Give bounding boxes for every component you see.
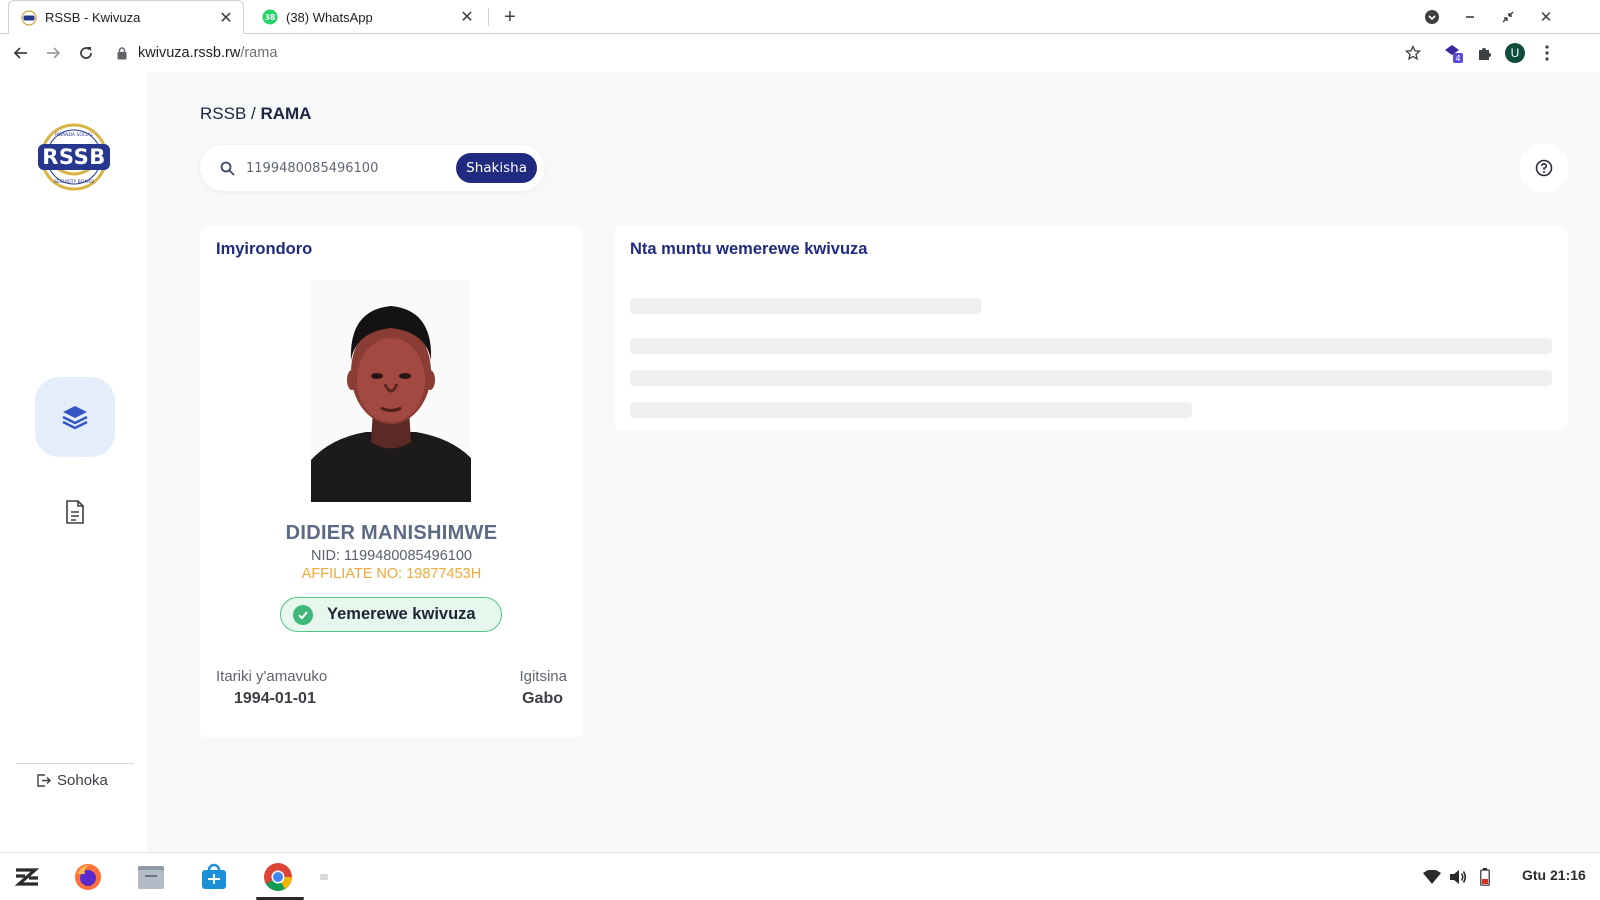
system-clock[interactable]: Gtu 21:16: [1522, 867, 1586, 883]
battery-icon[interactable]: [1475, 867, 1495, 887]
sidebar: RSSB RWANDA SOCIAL SECURITY BOARD Sohoka: [0, 72, 147, 852]
rssb-logo[interactable]: RSSB RWANDA SOCIAL SECURITY BOARD: [36, 122, 112, 192]
help-button[interactable]: [1519, 143, 1569, 193]
software-store-icon[interactable]: [198, 861, 230, 893]
search-icon: [220, 159, 238, 177]
skeleton-line: [630, 370, 1552, 386]
rssb-favicon-icon: [21, 9, 37, 26]
close-tab-icon[interactable]: ✕: [215, 7, 237, 29]
svg-text:RSSB: RSSB: [42, 145, 105, 169]
sex-label: Igitsina: [519, 668, 567, 685]
dob-label: Itariki y'amavuko: [216, 668, 328, 685]
logout-button[interactable]: Sohoka: [36, 769, 108, 791]
patient-nid: NID: 1199480085496100: [311, 548, 472, 564]
dob-value: 1994-01-01: [234, 690, 316, 707]
address-bar[interactable]: kwivuza.rssb.rw/rama: [112, 39, 1402, 67]
document-icon: [66, 500, 84, 524]
bookmark-star-icon[interactable]: [1401, 41, 1425, 65]
menu-kebab-icon[interactable]: [1535, 41, 1559, 65]
reload-icon[interactable]: [74, 41, 98, 65]
patient-name: DIDIER MANISHIMWE: [285, 522, 498, 544]
extension-badge: 4: [1455, 54, 1460, 63]
sidebar-item-layers[interactable]: [35, 377, 115, 457]
new-tab-icon[interactable]: +: [498, 5, 522, 29]
launcher-icon[interactable]: [11, 861, 43, 893]
skeleton-line: [630, 298, 981, 314]
status-text: Yemerewe kwivuza: [327, 605, 476, 623]
tab-separator: [488, 8, 489, 26]
profile-avatar[interactable]: U: [1503, 41, 1527, 65]
breadcrumb-root[interactable]: RSSB: [200, 104, 246, 123]
close-tab-icon[interactable]: ✕: [456, 6, 478, 28]
beneficiaries-card-title: Nta muntu wemerewe kwivuza: [630, 240, 868, 258]
wifi-icon[interactable]: [1422, 867, 1442, 887]
tab-rssb-kwivuza[interactable]: RSSB - Kwivuza ✕: [8, 0, 244, 35]
search-input[interactable]: [246, 160, 457, 176]
svg-text:SECURITY BOARD: SECURITY BOARD: [54, 179, 94, 185]
help-icon: [1535, 159, 1553, 177]
check-circle-icon: [293, 604, 313, 625]
url-host: kwivuza.rssb.rw: [138, 45, 241, 61]
sidebar-divider: [16, 763, 134, 764]
svg-text:RWANDA SOCIAL: RWANDA SOCIAL: [55, 132, 93, 138]
tab-title: RSSB - Kwivuza: [45, 10, 141, 25]
affiliate-number: AFFILIATE NO: 19877453H: [301, 566, 482, 582]
hidden-tray-icon[interactable]: [308, 861, 340, 893]
browser-toolbar: kwivuza.rssb.rw/rama 4 U: [0, 34, 1600, 72]
breadcrumb: RSSB / RAMA: [200, 104, 311, 124]
skeleton-line: [630, 338, 1552, 354]
skeleton-line: [630, 402, 1192, 418]
svg-text:38: 38: [265, 13, 275, 22]
close-window-icon[interactable]: ✕: [1535, 6, 1557, 28]
whatsapp-favicon-icon: 38: [262, 9, 278, 25]
forward-icon[interactable]: [41, 41, 65, 65]
os-taskbar: Gtu 21:16: [0, 852, 1600, 900]
page-content: RSSB RWANDA SOCIAL SECURITY BOARD Sohoka…: [0, 72, 1600, 852]
search-bar: Shakisha: [200, 145, 545, 191]
volume-icon[interactable]: [1448, 867, 1468, 887]
profile-initial: U: [1505, 43, 1525, 63]
layers-icon: [62, 406, 88, 430]
status-badge: Yemerewe kwivuza: [280, 597, 502, 632]
logout-label: Sohoka: [57, 771, 108, 789]
sex-value: Gabo: [522, 690, 563, 707]
logout-icon: [36, 772, 52, 788]
firefox-icon[interactable]: [72, 861, 104, 893]
back-icon[interactable]: [9, 41, 33, 65]
tab-whatsapp[interactable]: 38 (38) WhatsApp ✕: [250, 0, 484, 34]
url-path: /rama: [240, 45, 278, 61]
chrome-icon[interactable]: [262, 861, 294, 893]
profile-card: Imyirondoro DIDIER MANISHIMWE NID: 11994…: [200, 226, 583, 738]
tab-search-icon[interactable]: [1421, 6, 1443, 28]
extension-icon[interactable]: 4: [1441, 41, 1465, 65]
breadcrumb-separator: /: [246, 104, 261, 123]
profile-card-title: Imyirondoro: [216, 240, 313, 258]
files-icon[interactable]: [135, 861, 167, 893]
breadcrumb-current: RAMA: [260, 104, 312, 123]
restore-icon[interactable]: [1497, 6, 1519, 28]
puzzle-extensions-icon[interactable]: [1472, 41, 1496, 65]
minimize-icon[interactable]: [1459, 6, 1481, 28]
beneficiaries-card: Nta muntu wemerewe kwivuza: [614, 226, 1568, 430]
search-button[interactable]: Shakisha: [456, 153, 537, 183]
lock-icon[interactable]: [112, 43, 132, 63]
tab-title: (38) WhatsApp: [286, 9, 373, 25]
browser-tab-bar: RSSB - Kwivuza ✕ 38 (38) WhatsApp ✕ + ✕: [0, 0, 1600, 35]
profile-photo: [311, 280, 471, 502]
sidebar-item-document[interactable]: [60, 497, 90, 527]
